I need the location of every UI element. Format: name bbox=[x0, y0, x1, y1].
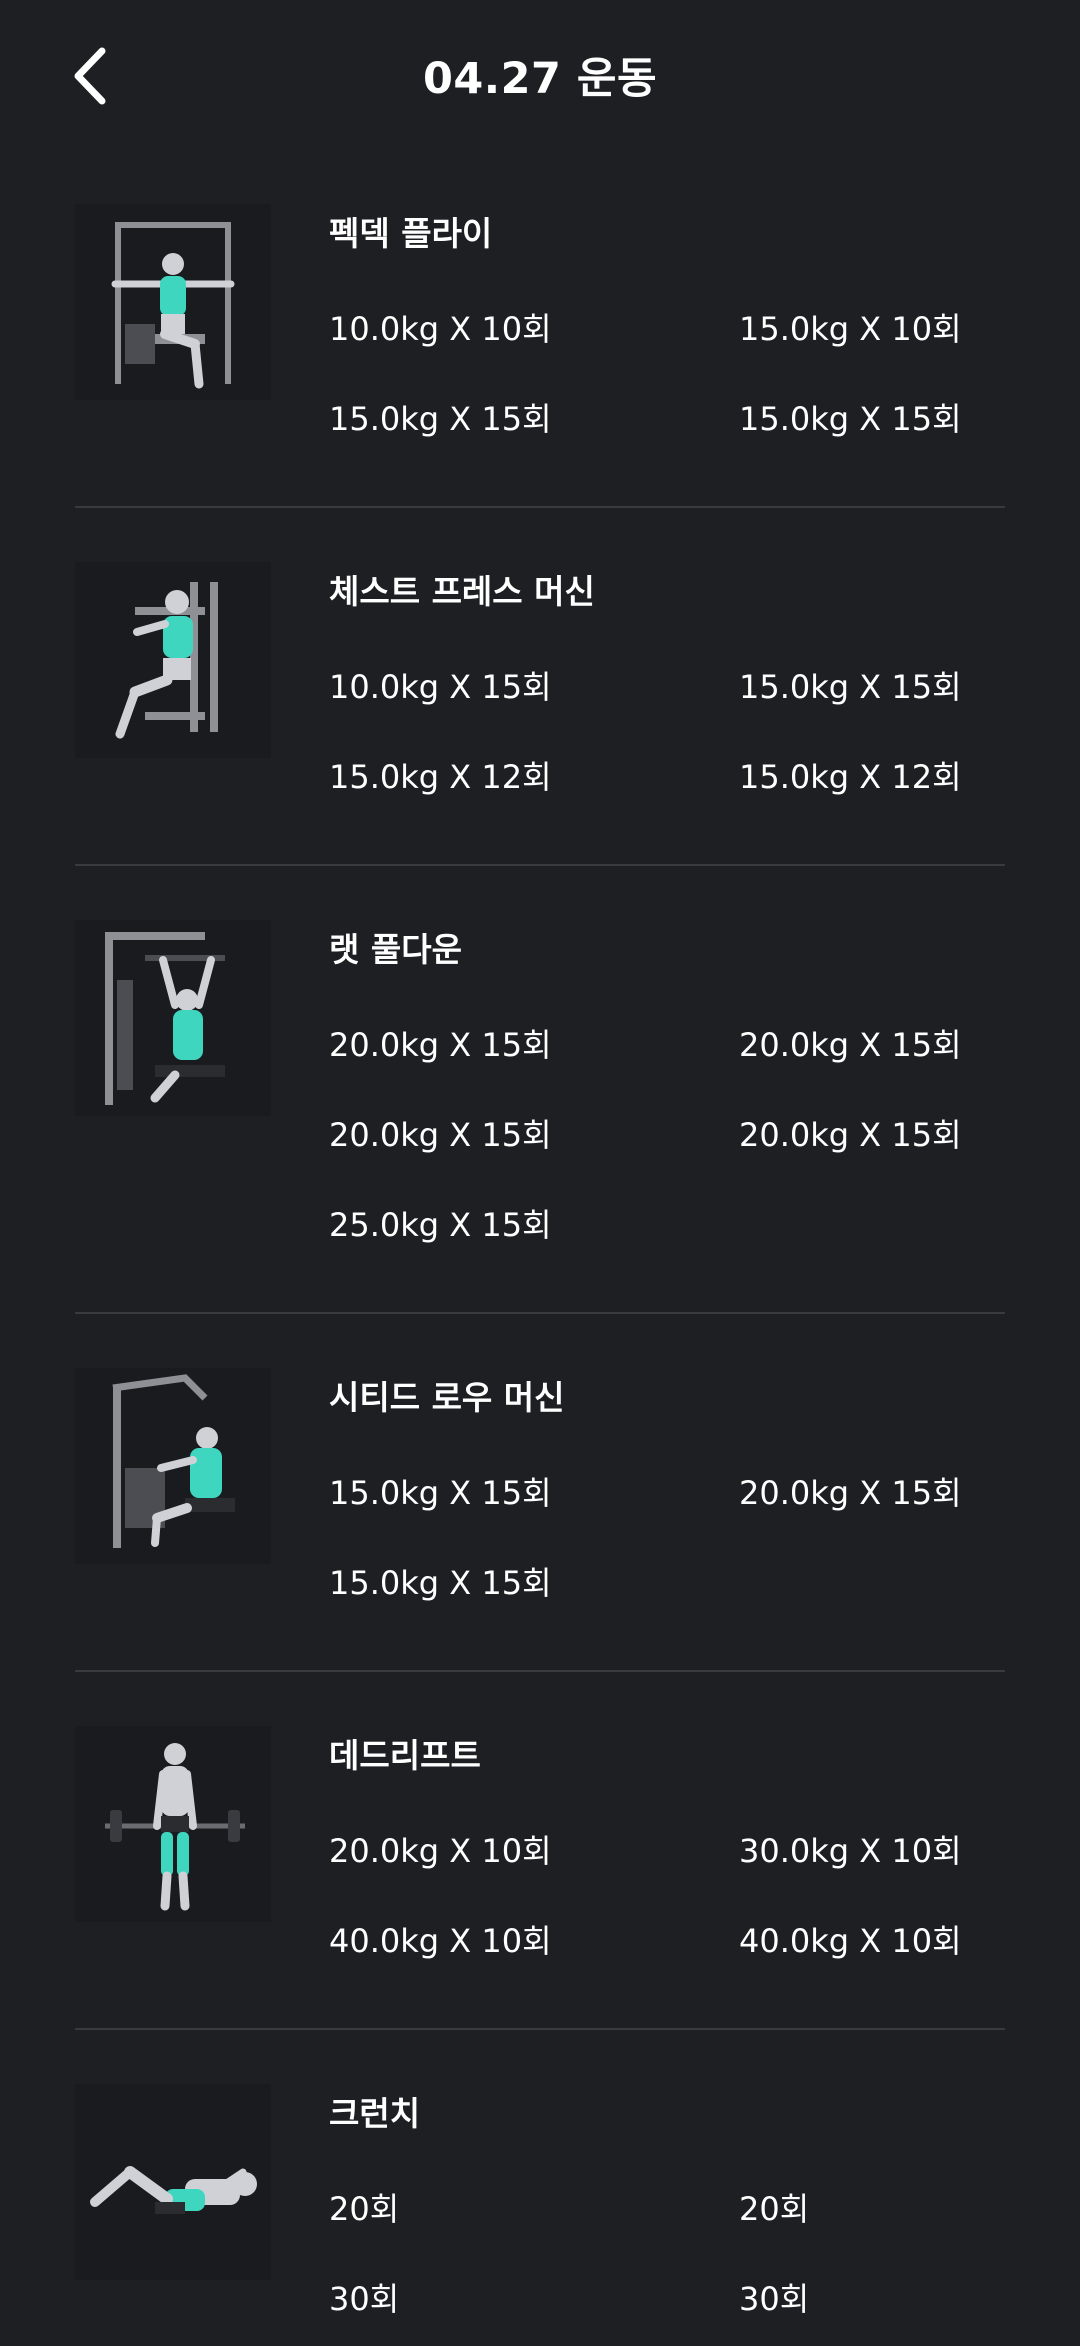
workout-detail-screen: 04.27 운동 펙덱 플라이 10.0kg X 10회 15.0kg X 10회 1… bbox=[0, 0, 1080, 2346]
exercise-info: 랫 풀다운 20.0kg X 15회 20.0kg X 15회 20.0kg X 15… bbox=[329, 866, 1005, 1312]
set-entry: 15.0kg X 15회 bbox=[329, 1474, 552, 1512]
exercise-row[interactable]: 시티드 로우 머신 15.0kg X 15회 20.0kg X 15회 15.0kg … bbox=[75, 1314, 1005, 1672]
exercise-info: 펙덱 플라이 10.0kg X 10회 15.0kg X 10회 15.0kg X 1… bbox=[329, 150, 1005, 506]
chest-press-machine-illustration bbox=[75, 562, 271, 758]
set-list: 20.0kg X 15회 20.0kg X 15회 20.0kg X 15회 20.0… bbox=[329, 1000, 1005, 1270]
exercise-name: 랫 풀다운 bbox=[329, 930, 462, 969]
set-entry: 10.0kg X 10회 bbox=[329, 310, 552, 348]
exercise-row[interactable]: 체스트 프레스 머신 10.0kg X 15회 15.0kg X 15회 15.0kg… bbox=[75, 508, 1005, 866]
page-title: 04.27 운동 bbox=[422, 54, 658, 104]
seated-row-machine-illustration bbox=[75, 1368, 271, 1564]
set-entry: 15.0kg X 12회 bbox=[739, 758, 962, 796]
deadlift-illustration bbox=[75, 1726, 271, 1922]
set-entry: 20.0kg X 15회 bbox=[329, 1026, 552, 1064]
set-entry: 20회 bbox=[329, 2190, 400, 2228]
set-entry: 15.0kg X 15회 bbox=[739, 668, 962, 706]
exercise-row[interactable]: 데드리프트 20.0kg X 10회 30.0kg X 10회 40.0kg X 10… bbox=[75, 1672, 1005, 2030]
set-entry: 20.0kg X 10회 bbox=[329, 1832, 552, 1870]
exercise-row[interactable]: 랫 풀다운 20.0kg X 15회 20.0kg X 15회 20.0kg X 15… bbox=[75, 866, 1005, 1314]
exercise-name: 데드리프트 bbox=[329, 1736, 481, 1775]
set-list: 10.0kg X 15회 15.0kg X 15회 15.0kg X 12회 15.0… bbox=[329, 642, 1005, 822]
set-entry: 30회 bbox=[739, 2280, 810, 2318]
exercise-name: 시티드 로우 머신 bbox=[329, 1378, 565, 1417]
pec-deck-fly-illustration bbox=[75, 204, 271, 400]
set-entry: 20.0kg X 15회 bbox=[739, 1026, 962, 1064]
header: 04.27 운동 bbox=[0, 0, 1080, 150]
set-entry: 30회 bbox=[329, 2280, 400, 2318]
set-list: 20회 20회 30회 30회 bbox=[329, 2164, 1005, 2344]
set-entry: 15.0kg X 10회 bbox=[739, 310, 962, 348]
lat-pulldown-illustration bbox=[75, 920, 271, 1116]
set-entry: 20.0kg X 15회 bbox=[739, 1116, 962, 1154]
set-entry: 15.0kg X 15회 bbox=[329, 1564, 552, 1602]
exercise-name: 크런치 bbox=[329, 2094, 421, 2133]
exercise-info: 크런치 20회 20회 30회 30회 bbox=[329, 2030, 1005, 2346]
set-entry: 15.0kg X 15회 bbox=[329, 400, 552, 438]
crunch-illustration bbox=[75, 2084, 271, 2280]
exercise-list: 펙덱 플라이 10.0kg X 10회 15.0kg X 10회 15.0kg X 1… bbox=[75, 150, 1005, 2346]
set-entry: 15.0kg X 15회 bbox=[739, 400, 962, 438]
exercise-name: 체스트 프레스 머신 bbox=[329, 572, 595, 611]
set-list: 10.0kg X 10회 15.0kg X 10회 15.0kg X 15회 15.0… bbox=[329, 284, 1005, 464]
set-entry: 25.0kg X 15회 bbox=[329, 1206, 552, 1244]
exercise-row[interactable]: 펙덱 플라이 10.0kg X 10회 15.0kg X 10회 15.0kg X 1… bbox=[75, 150, 1005, 508]
set-entry: 40.0kg X 10회 bbox=[329, 1922, 552, 1960]
exercise-info: 시티드 로우 머신 15.0kg X 15회 20.0kg X 15회 15.0kg … bbox=[329, 1314, 1005, 1670]
exercise-info: 데드리프트 20.0kg X 10회 30.0kg X 10회 40.0kg X 10… bbox=[329, 1672, 1005, 2028]
set-list: 15.0kg X 15회 20.0kg X 15회 15.0kg X 15회 bbox=[329, 1448, 1005, 1628]
set-entry: 20회 bbox=[739, 2190, 810, 2228]
exercise-name: 펙덱 플라이 bbox=[329, 214, 493, 253]
set-entry: 10.0kg X 15회 bbox=[329, 668, 552, 706]
set-entry: 30.0kg X 10회 bbox=[739, 1832, 962, 1870]
exercise-info: 체스트 프레스 머신 10.0kg X 15회 15.0kg X 15회 15.0kg… bbox=[329, 508, 1005, 864]
set-entry: 20.0kg X 15회 bbox=[329, 1116, 552, 1154]
exercise-row[interactable]: 크런치 20회 20회 30회 30회 bbox=[75, 2030, 1005, 2346]
set-list: 20.0kg X 10회 30.0kg X 10회 40.0kg X 10회 40.0… bbox=[329, 1806, 1005, 1986]
set-entry: 40.0kg X 10회 bbox=[739, 1922, 962, 1960]
set-entry: 15.0kg X 12회 bbox=[329, 758, 552, 796]
set-entry: 20.0kg X 15회 bbox=[739, 1474, 962, 1512]
